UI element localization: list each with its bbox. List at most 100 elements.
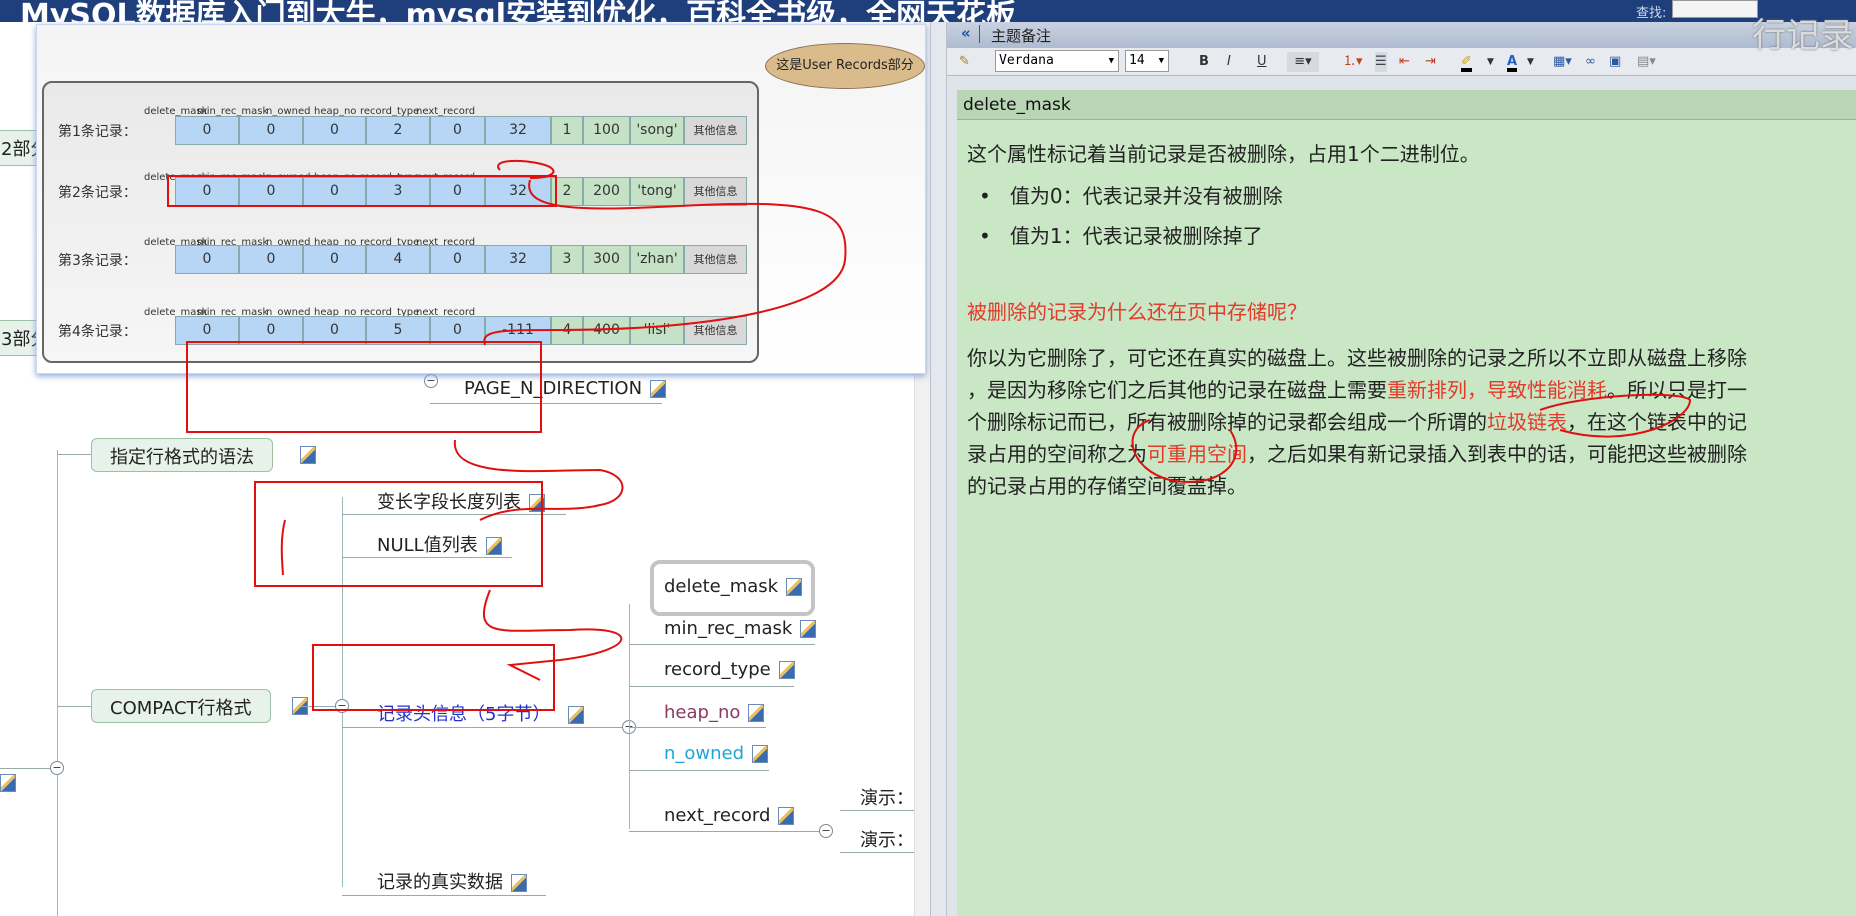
note-edit-icon[interactable] xyxy=(485,537,502,555)
panel-splitter[interactable] xyxy=(930,22,947,916)
record-cell: 32 xyxy=(485,116,551,145)
note-edit-icon[interactable] xyxy=(748,704,765,722)
text-segment: ，在这个链表中的记 xyxy=(1567,410,1747,434)
connector xyxy=(840,852,920,853)
dropdown-icon[interactable]: ▼ xyxy=(1487,52,1494,72)
record-cell: 0 xyxy=(239,316,303,345)
collapse-toggle[interactable]: − xyxy=(50,761,64,775)
node-null-list[interactable]: NULL值列表 xyxy=(377,531,502,557)
record-cell: 'zhan' xyxy=(630,245,684,274)
notes-panel: « 主题备注 ✎ Verdana ▼ 14 ▼ B I U ≡▾ ⒈▾ ☰ ⇤ ⇥ … xyxy=(947,22,1856,916)
node-real-data[interactable]: 记录的真实数据 xyxy=(377,868,527,894)
connector xyxy=(629,727,766,728)
outdent-icon[interactable]: ⇤ xyxy=(1399,52,1410,72)
font-family-select[interactable]: Verdana ▼ xyxy=(995,50,1119,72)
node-page-n-direction[interactable]: PAGE_N_DIRECTION xyxy=(464,378,667,399)
note-editor[interactable]: 这个属性标记着当前记录是否被删除，占用1个二进制位。 • 值为0：代表记录并没有… xyxy=(957,120,1856,916)
node-min-rec-mask[interactable]: min_rec_mask xyxy=(664,618,817,639)
node-n-owned[interactable]: n_owned xyxy=(664,743,769,764)
text-segment: 。所以只是打一 xyxy=(1607,378,1747,402)
node-demo-2[interactable]: 演示： xyxy=(860,826,914,852)
collapse-toggle[interactable]: − xyxy=(335,699,349,713)
node-record-header[interactable]: 记录头信息（5字节） xyxy=(377,700,585,726)
note-edit-icon[interactable] xyxy=(752,745,769,763)
bullet-item: • 值为0：代表记录并没有被删除 xyxy=(979,184,1283,208)
note-topic-title: delete_mask xyxy=(957,90,1856,120)
clear-format-icon[interactable]: ✎ xyxy=(959,52,970,72)
node-var-length-list[interactable]: 变长字段长度列表 xyxy=(377,488,545,514)
text-segment: 的记录占用的存储空间覆盖掉。 xyxy=(967,474,1247,498)
connector xyxy=(0,768,50,769)
find-input[interactable] xyxy=(1672,0,1758,18)
align-icon[interactable]: ≡▾ xyxy=(1287,52,1319,72)
note-intro: 这个属性标记着当前记录是否被删除，占用1个二进制位。 xyxy=(967,142,1480,166)
image-icon[interactable]: ▣ xyxy=(1609,52,1621,72)
highlight-color-icon[interactable]: ✐ xyxy=(1461,52,1472,72)
bullet-list-icon[interactable]: ☰ xyxy=(1375,52,1387,72)
node-heap-no[interactable]: heap_no xyxy=(664,702,765,723)
node-row-format-syntax[interactable]: 指定行格式的语法 xyxy=(91,438,273,472)
window-title: MySQL数据库入门到大牛，mysql安装到优化，百科全书级，全网天花板 xyxy=(20,0,1017,22)
node-delete-mask-selected[interactable]: delete_mask xyxy=(650,560,815,616)
paragraph-line: ，是因为移除它们之后其他的记录在磁盘上需要重新排列，导致性能消耗。所以只是打一 xyxy=(967,374,1747,403)
note-edit-icon[interactable] xyxy=(778,807,795,825)
record-cell: 0 xyxy=(430,316,485,345)
note-edit-icon[interactable] xyxy=(800,620,817,638)
text-segment: 个删除标记而已，所有被删除掉的记录都会组成一个所谓的 xyxy=(967,410,1487,434)
record-cell: 其他信息 xyxy=(684,116,747,145)
connector xyxy=(629,770,769,771)
record-row-label: 第4条记录： xyxy=(58,324,137,340)
collapse-toggle[interactable]: − xyxy=(424,374,438,388)
link-icon[interactable]: ∞ xyxy=(1585,52,1596,72)
record-cell: 0 xyxy=(303,316,366,345)
record-cell: 0 xyxy=(175,116,239,145)
record-cell: 0 xyxy=(303,245,366,274)
notes-header: « 主题备注 xyxy=(947,22,1856,48)
text-segment: ，之后如果有新记录插入到表中的话，可能把这些被删除 xyxy=(1247,442,1747,466)
font-color-icon[interactable]: A xyxy=(1507,52,1518,72)
note-edit-icon[interactable] xyxy=(300,446,316,464)
connector xyxy=(629,831,826,832)
speech-bubble: 这是User Records部分 xyxy=(765,43,925,89)
user-records-diagram: 这是User Records部分 第1条记录： delete_mask min_re… xyxy=(36,24,926,374)
connector xyxy=(840,810,920,811)
node-compact-row-format[interactable]: COMPACT行格式 xyxy=(91,689,271,723)
note-edit-icon[interactable] xyxy=(786,578,803,596)
record-cell: 200 xyxy=(583,177,630,206)
note-edit-icon[interactable] xyxy=(568,706,585,724)
note-edit-icon[interactable] xyxy=(650,380,667,398)
italic-button[interactable]: I xyxy=(1227,52,1231,72)
note-edit-icon[interactable] xyxy=(0,774,16,792)
font-size-select[interactable]: 14 ▼ xyxy=(1125,50,1169,72)
record-cell: 1 xyxy=(551,116,583,145)
note-edit-icon[interactable] xyxy=(529,494,545,512)
dropdown-icon[interactable]: ▼ xyxy=(1527,52,1534,72)
indent-icon[interactable]: ⇥ xyxy=(1425,52,1436,72)
note-edit-icon[interactable] xyxy=(778,661,795,679)
node-record-type[interactable]: record_type xyxy=(664,659,795,680)
note-edit-icon[interactable] xyxy=(511,874,527,892)
record-cell: 2 xyxy=(551,177,583,206)
node-next-record[interactable]: next_record xyxy=(664,805,795,826)
collapse-panel-button[interactable]: « xyxy=(961,24,971,42)
text-segment: 录占用的空间称之为 xyxy=(967,442,1147,466)
insert-icon[interactable]: ▤▾ xyxy=(1637,52,1656,72)
record-cell: 'lisi' xyxy=(630,316,684,345)
record-cell: 0 xyxy=(239,116,303,145)
table-icon[interactable]: ▦▾ xyxy=(1553,52,1572,72)
paragraph-line: 的记录占用的存储空间覆盖掉。 xyxy=(967,470,1247,499)
connector xyxy=(342,895,546,896)
node-demo-1[interactable]: 演示： xyxy=(860,784,914,810)
record-cell: 2 xyxy=(366,116,430,145)
connector xyxy=(57,450,58,916)
numbered-list-icon[interactable]: ⒈▾ xyxy=(1343,52,1363,72)
connector xyxy=(430,403,662,404)
bold-button[interactable]: B xyxy=(1199,52,1209,72)
connector xyxy=(342,557,512,558)
record-cell: 0 xyxy=(430,116,485,145)
underline-button[interactable]: U xyxy=(1257,52,1267,72)
collapse-toggle[interactable]: − xyxy=(819,824,833,838)
record-cell: 400 xyxy=(583,316,630,345)
connector xyxy=(629,686,794,687)
record-cell: 0 xyxy=(303,177,366,206)
